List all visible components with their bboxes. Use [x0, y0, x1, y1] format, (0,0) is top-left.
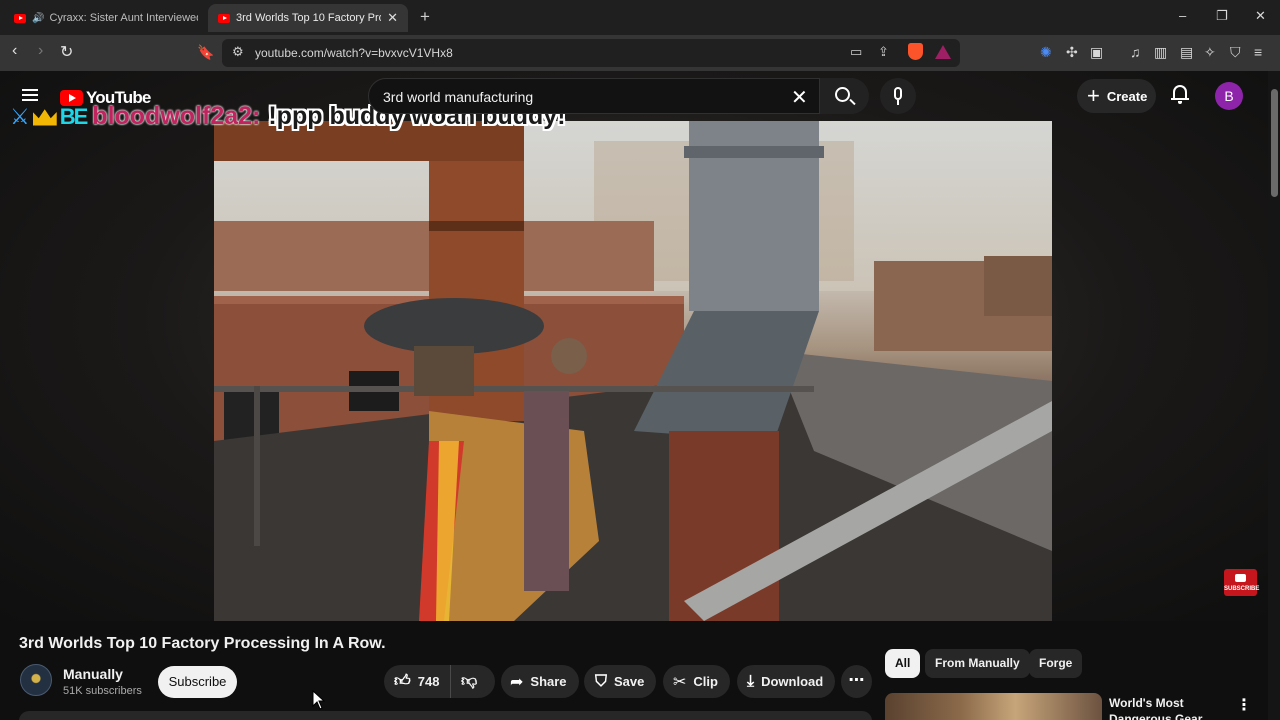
back-icon[interactable]: ‹ — [12, 42, 17, 60]
create-button[interactable]: + Create — [1077, 79, 1156, 113]
close-window-button[interactable]: ✕ — [1255, 8, 1266, 24]
screenshot-icon[interactable]: ▣ — [1090, 44, 1103, 61]
site-info-icon[interactable]: ⚙ — [232, 44, 244, 60]
search-box[interactable]: 3rd world manufacturing ✕ — [368, 78, 869, 114]
channel-avatar[interactable] — [20, 664, 52, 696]
sword-badge-icon: ⚔ — [10, 103, 30, 129]
share-page-icon[interactable]: ⇪ — [878, 44, 889, 60]
youtube-favicon-icon — [218, 13, 230, 23]
channel-name[interactable]: Manually — [63, 666, 123, 682]
minimize-button[interactable]: – — [1179, 8, 1186, 23]
save-label: Save — [614, 674, 645, 689]
tab-current-video[interactable]: 3rd Worlds Top 10 Factory Proce ✕ — [208, 4, 408, 32]
thumbs-up-icon: 👍︎ — [394, 673, 411, 690]
browser-tab-strip: 🔊 Cyraxx: Sister Aunt Interviewed b 3rd … — [0, 0, 1280, 35]
speaker-icon[interactable]: 🔊 — [32, 13, 44, 24]
new-tab-button[interactable]: + — [420, 7, 430, 27]
more-actions-button[interactable]: ⋯ — [841, 665, 872, 698]
thumbs-down-icon[interactable]: 👎︎ — [451, 672, 477, 691]
address-bar[interactable]: ⚙ youtube.com/watch?v=bvxvcV1VHx8 ▭ ⇪ — [222, 39, 960, 67]
voice-search-button[interactable] — [880, 78, 916, 114]
tab-title: Cyraxx: Sister Aunt Interviewed b — [49, 12, 198, 24]
media-icon[interactable]: ♫ — [1130, 44, 1141, 60]
scissors-icon: ✂ — [673, 673, 687, 691]
leo-ai-icon[interactable]: ✧ — [1204, 44, 1216, 61]
extension-icon[interactable]: ✺ — [1040, 44, 1052, 61]
crown-badge-icon — [32, 109, 57, 126]
save-button[interactable]: ⛉ Save — [584, 665, 657, 698]
tab-title: 3rd Worlds Top 10 Factory Proce — [236, 12, 382, 24]
cast-icon[interactable]: ▭ — [850, 44, 862, 60]
subscriber-count: 51K subscribers — [63, 685, 142, 697]
like-dislike-group: 👍︎ 748 👎︎ — [384, 665, 495, 698]
hamburger-menu-icon[interactable] — [22, 89, 38, 101]
forward-icon[interactable]: › — [38, 42, 43, 60]
share-icon: ➦ — [510, 673, 524, 691]
url-text[interactable]: youtube.com/watch?v=bvxvcV1VHx8 — [255, 46, 453, 60]
reload-icon[interactable]: ↻ — [60, 42, 73, 62]
youtube-watch-page: YouTube ⚔ BE bloodwolf2a2: !ppp buddy wo… — [0, 71, 1280, 720]
restore-button[interactable]: ❐ — [1216, 8, 1228, 24]
chat-badges: ⚔ BE — [10, 103, 89, 130]
close-tab-icon[interactable]: ✕ — [387, 10, 398, 26]
tab-cyraxx[interactable]: 🔊 Cyraxx: Sister Aunt Interviewed b — [4, 4, 208, 32]
wallet-icon[interactable]: ▤ — [1180, 44, 1193, 61]
bell-base — [1171, 98, 1189, 100]
browser-toolbar: ‹ › ↻ 🔖 ⚙ youtube.com/watch?v=bvxvcV1VHx… — [0, 35, 1280, 71]
brave-rewards-icon[interactable] — [935, 45, 951, 59]
create-label: Create — [1106, 88, 1148, 104]
search-input[interactable]: 3rd world manufacturing — [383, 89, 533, 105]
microphone-stem — [897, 100, 899, 105]
search-button[interactable] — [819, 78, 869, 114]
search-icon — [835, 87, 850, 102]
chip-all[interactable]: All — [885, 649, 921, 678]
recommended-title[interactable]: World's Most Dangerous Gear — [1109, 695, 1219, 720]
bell-dome — [1173, 85, 1187, 99]
brave-shields-icon[interactable] — [908, 43, 923, 60]
sidebar-icon[interactable]: ▥ — [1154, 44, 1167, 61]
share-button[interactable]: ➦ Share — [501, 665, 579, 698]
account-avatar[interactable]: B — [1215, 82, 1243, 110]
clip-button[interactable]: ✂ Clip — [663, 665, 730, 698]
chip-forge[interactable]: Forge — [1029, 649, 1083, 678]
download-button[interactable]: ⤓ Download — [737, 665, 836, 698]
chat-badge-text: BE — [59, 103, 89, 129]
recommended-menu-icon[interactable]: ⋮ — [1236, 695, 1252, 715]
like-button[interactable]: 👍︎ 748 — [384, 665, 451, 698]
vpn-shield-icon[interactable]: ⛉ — [1230, 44, 1241, 61]
chat-username: bloodwolf2a2: — [92, 102, 261, 130]
extensions-puzzle-icon[interactable]: ✣ — [1066, 44, 1078, 61]
scrollbar-thumb[interactable] — [1271, 89, 1278, 197]
video-title: 3rd Worlds Top 10 Factory Processing In … — [19, 635, 386, 652]
clip-label: Clip — [693, 674, 718, 689]
download-label: Download — [761, 674, 824, 689]
subscribe-button[interactable]: Subscribe — [158, 666, 237, 698]
recommended-thumbnail[interactable] — [885, 693, 1102, 720]
download-icon: ⤓ — [747, 672, 755, 690]
youtube-favicon-icon — [14, 13, 26, 23]
mouse-cursor — [312, 690, 325, 710]
bookmark-icon[interactable]: 🔖 — [197, 44, 214, 61]
notifications-bell-icon[interactable] — [1171, 85, 1189, 104]
share-label: Share — [530, 674, 567, 689]
microphone-icon — [894, 87, 902, 100]
chip-from-manually[interactable]: From Manually — [925, 649, 1030, 678]
video-player[interactable] — [214, 121, 1052, 621]
clear-search-icon[interactable]: ✕ — [791, 85, 808, 110]
menu-icon[interactable]: ≡ — [1254, 44, 1262, 60]
video-frame — [214, 121, 1052, 621]
plus-icon: + — [1087, 83, 1100, 108]
save-bookmark-icon: ⛉ — [595, 672, 608, 690]
like-count: 748 — [417, 674, 440, 689]
description-box[interactable] — [19, 711, 872, 720]
subscribe-watermark[interactable]: SUBSCRIBE — [1224, 569, 1259, 596]
